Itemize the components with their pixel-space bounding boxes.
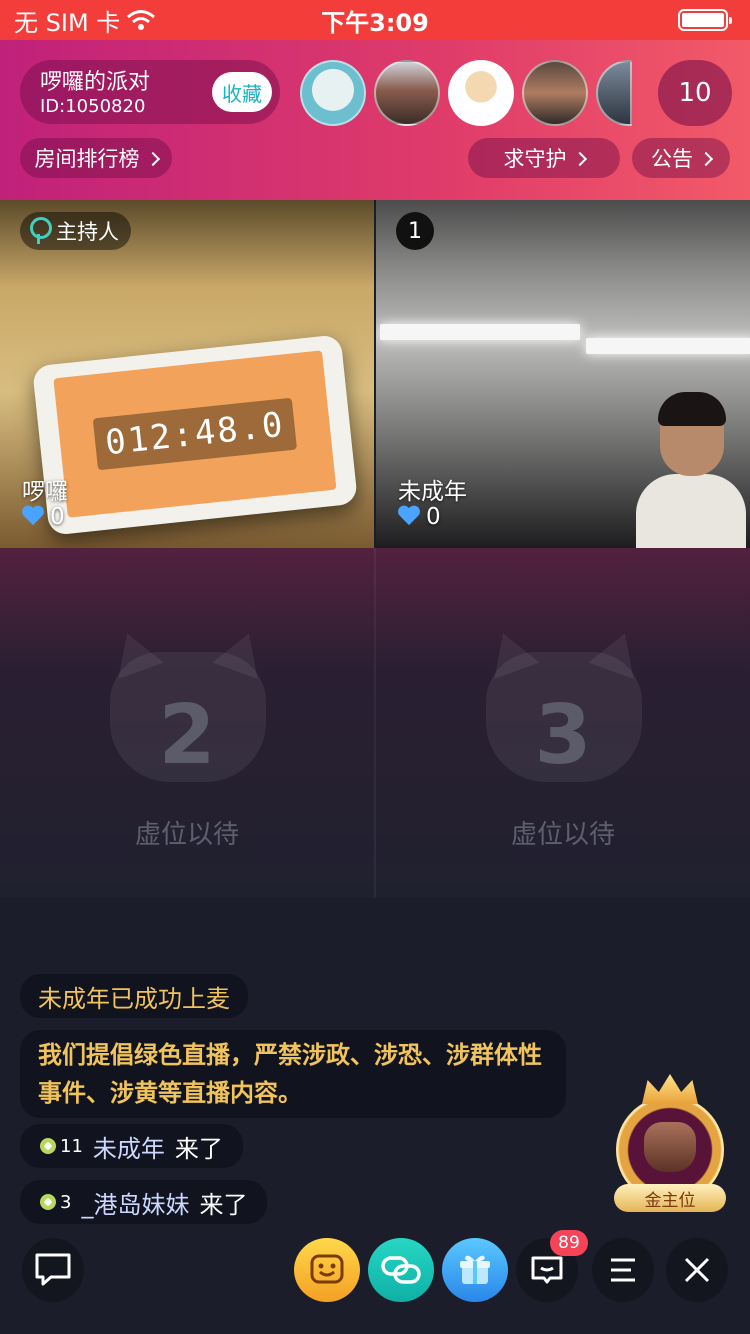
room-name: 啰囉的派对 [40,70,151,95]
host-tag-label: 主持人 [56,220,119,244]
audience-avatar[interactable] [448,60,514,126]
audience-avatar[interactable] [522,60,588,126]
carrier-group: 无 SIM 卡 [14,3,156,38]
chat-enter-verb: 来了 [199,1190,248,1219]
guard-button[interactable]: 求守护 [468,138,620,178]
seat-divider [374,548,376,898]
favorite-button[interactable]: 收藏 [212,72,272,112]
link-icon [381,1256,421,1284]
audience-avatar[interactable] [596,60,632,126]
chat-user-name[interactable]: 未成年 [93,1129,165,1164]
smile-face-icon [310,1254,344,1284]
system-message: 未成年已成功上麦 [20,974,248,1018]
audience-avatar[interactable] [300,60,366,126]
gold-sponsor-seat[interactable]: 金主位 [608,1074,732,1214]
owl-icon [644,1122,696,1172]
chat-bubble-icon [35,1253,71,1286]
seat-1-video[interactable]: 1 未成年 0 [376,200,750,548]
menu-icon [611,1258,635,1282]
heart-icon [22,506,44,528]
chat-input-button[interactable] [22,1238,84,1302]
crown-icon [642,1074,698,1104]
message-icon [531,1256,563,1284]
mic-icon [28,217,52,245]
seat-2-number: 2 [158,688,216,783]
room-rank-button[interactable]: 房间排行榜 [20,138,172,178]
level-badge: 3 [40,1192,71,1213]
level-value: 3 [60,1191,72,1213]
seat-2-empty[interactable]: 2 虚位以待 [0,548,374,898]
video-content [636,392,746,548]
wifi-icon [127,10,156,30]
online-count-button[interactable]: 10 [658,60,732,126]
room-info[interactable]: 啰囉的派对 ID:1050820 收藏 [20,60,280,124]
close-icon [684,1257,710,1283]
level-value: 11 [60,1135,83,1157]
battery-icon [678,9,732,31]
guard-label: 求守护 [503,147,567,171]
video-timer-display: 012:48.0 [92,397,297,471]
status-bar: 无 SIM 卡 下午3:09 [0,0,750,40]
video-content [380,324,580,340]
chat-enter-verb: 来了 [174,1134,223,1163]
close-button[interactable] [666,1238,728,1302]
seat-3-label: 虚位以待 [510,820,615,850]
heart-icon [398,506,420,528]
chat-enter-message: 3 _港岛妹妹 来了 [20,1180,268,1224]
message-count-badge: 89 [550,1230,588,1256]
emoji-button[interactable] [294,1238,360,1302]
notice-button[interactable]: 公告 [632,138,730,178]
chevron-right-icon [145,151,160,166]
seat-1-likes: 0 [398,504,441,530]
gold-seat-label: 金主位 [614,1184,726,1212]
chat-user-name[interactable]: _港岛妹妹 [81,1185,189,1220]
chevron-right-icon [572,151,587,166]
host-video-seat[interactable]: 012:48.0 主持人 啰囉 0 [0,200,374,548]
host-name: 啰囉 [22,479,68,505]
room-id: ID:1050820 [40,96,146,117]
chat-enter-message: 11 未成年 来了 [20,1124,243,1168]
level-badge: 11 [40,1136,83,1157]
room-header: 啰囉的派对 ID:1050820 收藏 10 房间排行榜 求守护 公告 [0,40,750,200]
seat-number-badge: 1 [396,212,434,250]
seat-1-likes-count: 0 [426,504,441,530]
notice-label: 公告 [651,147,693,171]
audience-avatars [300,60,632,126]
seat-2-label: 虚位以待 [134,820,239,850]
host-likes: 0 [22,504,65,530]
audience-avatar[interactable] [374,60,440,126]
notice-message: 我们提倡绿色直播，严禁涉政、涉恐、涉群体性事件、涉黄等直播内容。 [20,1030,566,1118]
gift-button[interactable] [442,1238,508,1302]
level-dot-icon [40,1138,56,1154]
seat-3-empty[interactable]: 3 虚位以待 [376,548,750,898]
room-rank-label: 房间排行榜 [34,147,140,171]
seat-1-name: 未成年 [398,479,467,505]
connect-mic-button[interactable] [368,1238,434,1302]
level-dot-icon [40,1194,56,1210]
video-content [586,338,750,354]
host-tag: 主持人 [20,212,131,250]
menu-button[interactable] [592,1238,654,1302]
gift-icon [460,1255,490,1284]
chevron-right-icon [698,151,714,166]
carrier-label: 无 SIM 卡 [14,8,121,37]
seat-3-number: 3 [534,688,592,783]
host-likes-count: 0 [50,504,65,530]
video-content: 012:48.0 [31,334,359,536]
